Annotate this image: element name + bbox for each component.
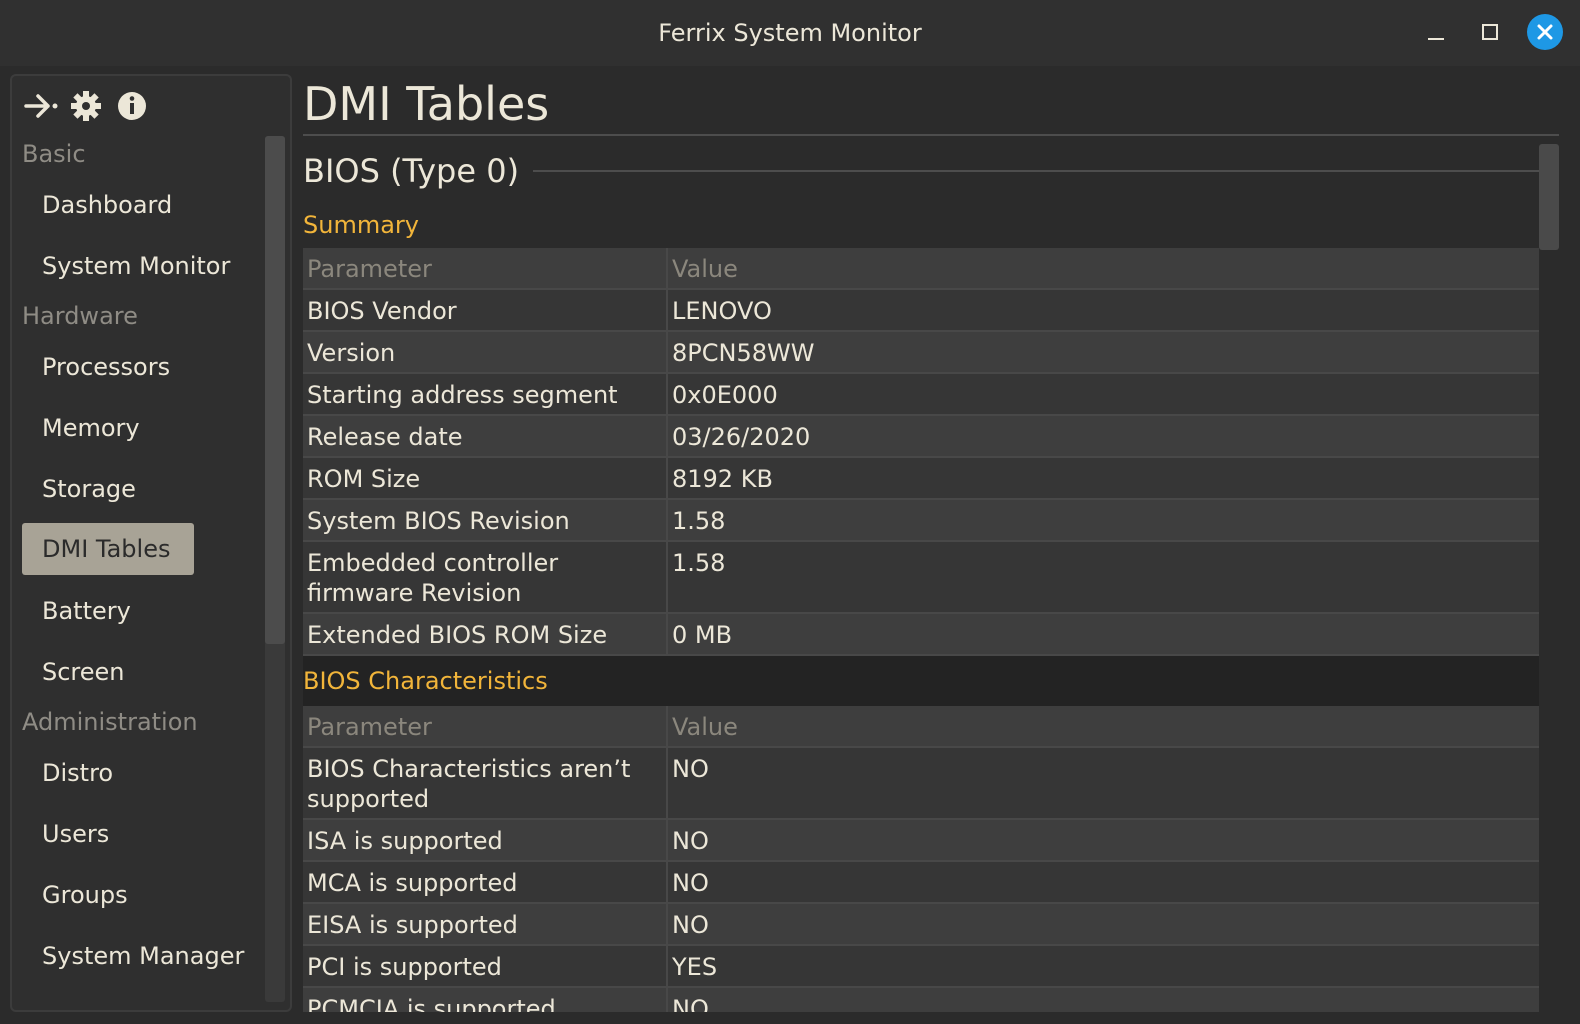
param-cell: ISA is supported [303, 819, 668, 862]
value-cell: NO [667, 987, 1539, 1012]
content-scrollbar-thumb[interactable] [1539, 144, 1559, 250]
table-row: PCMCIA is supported NO [303, 987, 1539, 1012]
column-header-value: Value [667, 706, 1539, 748]
param-cell: BIOS Characteristics aren’t supported [303, 747, 668, 820]
table-row: Version 8PCN58WW [303, 331, 1539, 374]
summary-heading: Summary [303, 211, 419, 239]
maximize-button[interactable] [1472, 14, 1508, 50]
value-cell: NO [667, 861, 1539, 904]
characteristics-heading: BIOS Characteristics [303, 656, 1539, 706]
summary-table: Parameter Value BIOS Vendor LENOVO Versio… [303, 248, 1539, 656]
sidebar-item-battery[interactable]: Battery [12, 580, 262, 641]
sidebar-item-memory[interactable]: Memory [12, 397, 262, 458]
collapse-arrow-icon[interactable] [24, 90, 58, 122]
minimize-icon [1428, 38, 1444, 40]
section-administration: Administration [22, 708, 198, 736]
table-row: MCA is supported NO [303, 861, 1539, 904]
group-header: BIOS (Type 0) [303, 140, 1539, 202]
sidebar-toolbar [24, 90, 148, 122]
param-cell: ROM Size [303, 457, 668, 500]
sidebar-item-storage[interactable]: Storage [12, 458, 262, 519]
param-cell: Extended BIOS ROM Size [303, 613, 668, 656]
value-cell: 1.58 [667, 499, 1539, 542]
sidebar-scrollbar[interactable] [265, 136, 285, 1002]
sidebar-item-groups[interactable]: Groups [12, 864, 262, 925]
group-title: BIOS (Type 0) [303, 152, 520, 190]
main-panel: DMI Tables BIOS (Type 0) Summary Paramet… [303, 74, 1559, 1012]
sidebar-nav: Basic Dashboard System Monitor Hardware … [12, 134, 262, 986]
value-cell: LENOVO [667, 289, 1539, 332]
param-cell: EISA is supported [303, 903, 668, 946]
close-icon [1537, 24, 1553, 40]
sidebar: Basic Dashboard System Monitor Hardware … [10, 74, 292, 1012]
group-divider [533, 170, 1539, 172]
param-cell: BIOS Vendor [303, 289, 668, 332]
table-row: Embedded controller firmware Revision 1.5… [303, 541, 1539, 614]
sidebar-item-system-manager[interactable]: System Manager [12, 925, 262, 986]
page-title: DMI Tables [303, 77, 550, 131]
sidebar-item-processors[interactable]: Processors [12, 336, 262, 397]
section-hardware: Hardware [22, 302, 138, 330]
param-cell: PCMCIA is supported [303, 987, 668, 1012]
param-cell: MCA is supported [303, 861, 668, 904]
sidebar-scrollbar-thumb[interactable] [265, 136, 285, 644]
column-header-parameter: Parameter [303, 248, 668, 290]
value-cell: NO [667, 903, 1539, 946]
param-cell: Version [303, 331, 668, 374]
info-icon[interactable] [116, 90, 148, 122]
table-row: BIOS Vendor LENOVO [303, 289, 1539, 332]
table-row: System BIOS Revision 1.58 [303, 499, 1539, 542]
sidebar-item-users[interactable]: Users [12, 803, 262, 864]
column-header-parameter: Parameter [303, 706, 668, 748]
table-row: Release date 03/26/2020 [303, 415, 1539, 458]
close-button[interactable] [1527, 14, 1563, 50]
value-cell: NO [667, 747, 1539, 820]
table-row: BIOS Characteristics aren’t supported NO [303, 747, 1539, 820]
param-cell: System BIOS Revision [303, 499, 668, 542]
param-cell: Embedded controller firmware Revision [303, 541, 668, 614]
param-cell: Starting address segment [303, 373, 668, 416]
value-cell: 1.58 [667, 541, 1539, 614]
value-cell: 03/26/2020 [667, 415, 1539, 458]
sidebar-item-screen[interactable]: Screen [12, 641, 262, 702]
param-cell: Release date [303, 415, 668, 458]
table-row: Extended BIOS ROM Size 0 MB [303, 613, 1539, 656]
table-header-row: Parameter Value [303, 706, 1539, 748]
table-row: ROM Size 8192 KB [303, 457, 1539, 500]
value-cell: 8192 KB [667, 457, 1539, 500]
window-title: Ferrix System Monitor [658, 19, 922, 47]
title-divider [303, 134, 1559, 136]
maximize-icon [1482, 24, 1498, 40]
value-cell: 0x0E000 [667, 373, 1539, 416]
value-cell: NO [667, 819, 1539, 862]
value-cell: 0 MB [667, 613, 1539, 656]
sidebar-item-dmi-tables[interactable]: DMI Tables [22, 523, 194, 575]
sidebar-item-dashboard[interactable]: Dashboard [12, 174, 262, 235]
table-header-row: Parameter Value [303, 248, 1539, 290]
minimize-button[interactable] [1418, 14, 1454, 50]
value-cell: YES [667, 945, 1539, 988]
table-row: PCI is supported YES [303, 945, 1539, 988]
param-cell: PCI is supported [303, 945, 668, 988]
table-row: ISA is supported NO [303, 819, 1539, 862]
characteristics-table: Parameter Value BIOS Characteristics are… [303, 706, 1539, 1012]
content-scrollbar[interactable] [1539, 144, 1559, 1006]
table-row: Starting address segment 0x0E000 [303, 373, 1539, 416]
table-row: EISA is supported NO [303, 903, 1539, 946]
gear-icon[interactable] [70, 90, 102, 122]
content-area: BIOS (Type 0) Summary Parameter Value BI… [303, 140, 1539, 1012]
value-cell: 8PCN58WW [667, 331, 1539, 374]
section-basic: Basic [22, 140, 86, 168]
sidebar-item-distro[interactable]: Distro [12, 742, 262, 803]
title-bar: Ferrix System Monitor [0, 0, 1580, 66]
sidebar-item-system-monitor[interactable]: System Monitor [12, 235, 262, 296]
column-header-value: Value [667, 248, 1539, 290]
